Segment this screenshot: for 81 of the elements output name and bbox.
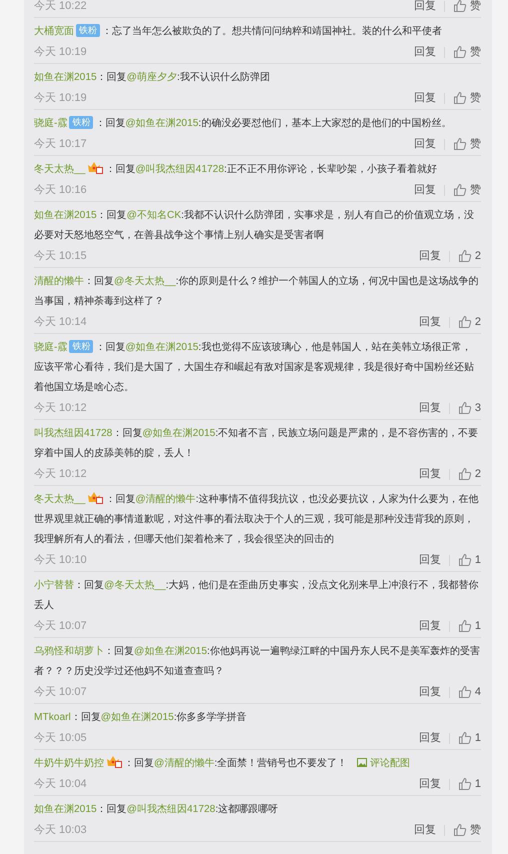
comment-time: 今天 10:03 [34,822,87,838]
reply-link[interactable]: 回复 [414,90,436,106]
comment-time: 今天 10:22 [34,0,87,14]
reply-link[interactable]: 回复 [418,400,441,416]
like-button[interactable]: 2 [458,466,481,482]
like-icon [453,823,467,837]
reply-link[interactable]: 回复 [418,684,441,700]
comment-text: MTkoarl：回复@如鱼在渊2015:你多多学学拼音 [34,710,248,725]
crown-icon [106,755,122,768]
comment-text: 骁庭-霡 铁粉 ：回复@如鱼在渊2015:的确没必要怼他们，基本上大家怼的是他们的中国粉丝。 [34,115,452,131]
comment-time: 今天 10:12 [34,466,87,482]
like-button[interactable]: 4 [458,684,481,700]
comment-time: 今天 10:05 [34,730,87,746]
comment-time: 今天 10:14 [34,314,87,330]
reply-link[interactable]: 回复 [414,136,436,152]
reply-link[interactable]: 回复 [414,0,436,14]
reply-link[interactable]: 回复 [414,822,436,838]
fan-badge: 铁粉 [69,116,94,129]
comment-time: 今天 10:07 [34,618,87,634]
like-icon [453,45,467,59]
comment-time: 今天 10:12 [34,400,87,416]
reply-link[interactable]: 回复 [418,314,441,330]
like-icon [453,183,467,197]
reply-link[interactable]: 回复 [414,182,436,198]
comment-text: 牛奶牛奶牛奶控 ：回复@清醒的懒牛:全面禁！营销号也不要发了！ 评论配图 [34,754,481,774]
comment-text: 叫我杰纽因41728：回复@如鱼在渊2015:不知者不言，民族立场问题是严肃的，是不容伤害的，不要穿着中国人的皮舔美韩的腚，丢人！ [34,426,480,461]
comment-text: 大桶宽面 铁粉 ：忘了当年怎么被欺负的了。想共情问问纳粹和靖国神社。装的什么和平使者 [34,23,443,39]
comment-time: 今天 10:19 [34,90,87,106]
like-button[interactable]: 1 [458,618,481,634]
like-icon [453,91,467,105]
like-icon [458,731,472,745]
crown-icon [87,491,104,504]
like-button[interactable]: 赞 [453,0,481,14]
like-icon [458,315,472,329]
reply-link[interactable]: 回复 [418,466,441,482]
comment-time: 今天 10:17 [34,136,87,152]
reply-link[interactable]: 回复 [418,618,441,634]
like-button[interactable]: 赞 [453,136,481,152]
reply-link[interactable]: 回复 [418,776,441,792]
like-icon [458,685,472,699]
like-button[interactable]: 2 [458,314,481,330]
like-button[interactable]: 赞 [453,822,481,838]
reply-link[interactable]: 回复 [418,248,441,264]
comment-text: 清醒的懒牛：回复@冬天太热__:你的原则是什么？维护一个韩国人的立场，何况中国也是这场战争的当事国，精神荼毒到这样了？ [34,274,480,309]
like-icon [458,619,472,633]
crown-icon [87,161,104,174]
fan-badge: 铁粉 [69,340,94,353]
comment-text: 如鱼在渊2015：回复@萌座夕夕:我不认识什么防弹团 [34,70,271,85]
reply-link[interactable]: 回复 [414,44,436,60]
comment-text: 乌鸦怪和胡萝卜：回复@如鱼在渊2015:你他妈再说一遍鸭绿江畔的中国丹东人民不是美军轰炸的受害者？？？历史没学过还他妈不知道查查吗？ [34,644,481,679]
comment-text: 小宁替替：回复@冬天太热__:大妈，他们是在歪曲历史事实，没点文化别来早上冲浪行不，我都替你丢人 [34,578,480,613]
comment-time: 今天 10:04 [34,776,87,792]
comment-time: 今天 10:15 [34,248,87,264]
like-icon [453,0,467,13]
like-icon [458,467,472,481]
like-button[interactable]: 赞 [453,44,481,60]
like-button[interactable]: 3 [458,400,481,416]
comment-text: 冬天太热__ ：回复@叫我杰纽因41728:正不正不用你评论，长辈吵架，小孩子看着就好 [34,160,481,180]
like-button[interactable]: 赞 [453,182,481,198]
like-button[interactable]: 赞 [453,90,481,106]
reply-link[interactable]: 回复 [418,552,441,568]
comment-text: 如鱼在渊2015：回复@叫我杰纽因41728:这都哪跟哪呀 [34,802,280,817]
fan-badge: 铁粉 [76,24,100,37]
like-icon [458,249,472,263]
comment-text: 冬天太热__ ：回复@清醒的懒牛:这种事情不值得我抗议，也没必要抗议，人家为什么要为，在他世界观里就正确的事情道歉呢，对这件事的看法取决于个人的三观，我可能是那种没违背我的原则，我理解所有人的看法，但哪天他们架着枪来了，我会很坚决的回击的 [34,490,481,550]
comment-time: 今天 10:19 [34,44,87,60]
like-icon [453,137,467,151]
like-button[interactable]: 2 [458,248,481,264]
like-button[interactable]: 1 [458,776,481,792]
like-button[interactable]: 1 [458,730,481,746]
like-icon [458,553,472,567]
comment-time: 今天 10:16 [34,182,87,198]
comment-time: 今天 10:10 [34,552,87,568]
like-icon [458,777,472,791]
image-icon [357,758,368,767]
reply-link[interactable]: 回复 [418,730,441,746]
comment-time: 今天 10:07 [34,684,87,700]
comment-text: 如鱼在渊2015：回复@不知名CK:我都不认识什么防弹团，实事求是，别人有自己的价值观立场，没必要对天怒地怒空气，在善县战争这个事情上别人确实是受害者啊 [34,208,476,243]
comment-text: 骁庭-霡 铁粉 ：回复@如鱼在渊2015:我也觉得不应该玻璃心，他是韩国人，站在美韩立场很正常，应该平常心看待，我们是大国了，大国生存和崛起有敌对国家是客观规律，我是很好奇中国粉丝还贴着他国立场是啥心态。 [34,339,475,395]
like-button[interactable]: 1 [458,552,481,568]
like-icon [458,401,472,415]
